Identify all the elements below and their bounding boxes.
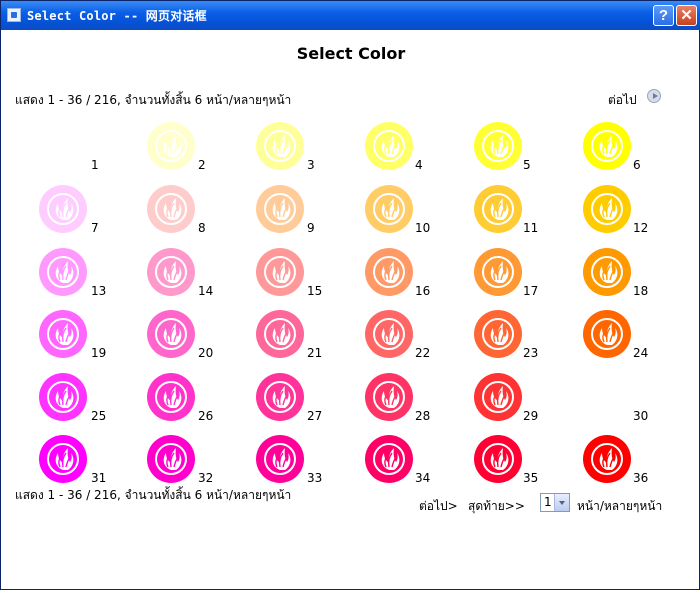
swatch-number: 14: [198, 284, 214, 298]
color-swatch[interactable]: [365, 373, 413, 421]
swatch-number: 27: [307, 409, 323, 423]
page-select[interactable]: 1: [540, 493, 570, 512]
swatch-number: 10: [415, 221, 431, 235]
color-swatch[interactable]: [474, 185, 522, 233]
color-swatch[interactable]: [147, 435, 195, 483]
swatch-number: 30: [633, 409, 649, 423]
color-swatch[interactable]: [256, 248, 304, 296]
swatch-number: 8: [198, 221, 206, 235]
color-swatch[interactable]: [147, 248, 195, 296]
color-swatch[interactable]: [365, 185, 413, 233]
paging-info-top: แสดง 1 - 36 / 216, จำนวนทั้งสิ้น 6 หน้า/…: [15, 93, 292, 107]
swatch-number: 5: [523, 158, 531, 172]
color-swatch[interactable]: [365, 248, 413, 296]
page-suffix: หน้า/หลายๆหน้า: [577, 499, 663, 513]
swatch-number: 16: [415, 284, 431, 298]
color-swatch[interactable]: [365, 122, 413, 170]
color-swatch[interactable]: [583, 248, 631, 296]
color-swatch[interactable]: [583, 373, 631, 421]
color-swatch[interactable]: [256, 435, 304, 483]
color-swatch[interactable]: [39, 373, 87, 421]
swatch-number: 28: [415, 409, 431, 423]
color-swatch[interactable]: [39, 435, 87, 483]
last-link[interactable]: สุดท้าย>>: [468, 497, 525, 516]
swatch-number: 32: [198, 471, 214, 485]
color-swatch[interactable]: [365, 310, 413, 358]
swatch-number: 35: [523, 471, 539, 485]
color-swatch[interactable]: [474, 122, 522, 170]
play-circle-icon[interactable]: [647, 89, 661, 103]
swatch-number: 23: [523, 346, 539, 360]
color-swatch[interactable]: [39, 248, 87, 296]
color-swatch[interactable]: [583, 122, 631, 170]
swatch-number: 20: [198, 346, 214, 360]
title-bar[interactable]: Select Color -- 网页对话框 ? ✕: [1, 1, 700, 30]
close-button[interactable]: ✕: [676, 5, 697, 26]
swatch-number: 25: [91, 409, 107, 423]
color-swatch[interactable]: [256, 185, 304, 233]
color-swatch[interactable]: [583, 435, 631, 483]
swatch-number: 22: [415, 346, 431, 360]
color-swatch[interactable]: [256, 373, 304, 421]
window-title: Select Color -- 网页对话框: [27, 9, 207, 23]
color-swatch[interactable]: [39, 122, 87, 170]
swatch-number: 36: [633, 471, 649, 485]
color-swatch[interactable]: [147, 122, 195, 170]
swatch-number: 18: [633, 284, 649, 298]
swatch-number: 1: [91, 158, 99, 172]
color-swatch[interactable]: [583, 185, 631, 233]
color-swatch[interactable]: [474, 435, 522, 483]
paging-info-bottom: แสดง 1 - 36 / 216, จำนวนทั้งสิ้น 6 หน้า/…: [15, 488, 292, 502]
color-swatch[interactable]: [583, 310, 631, 358]
color-swatch[interactable]: [365, 435, 413, 483]
swatch-number: 11: [523, 221, 539, 235]
page-title: Select Color: [296, 44, 406, 63]
swatch-number: 33: [307, 471, 323, 485]
color-swatch[interactable]: [147, 310, 195, 358]
swatch-number: 3: [307, 158, 315, 172]
color-swatch[interactable]: [39, 310, 87, 358]
swatch-number: 12: [633, 221, 649, 235]
swatch-number: 15: [307, 284, 323, 298]
swatch-number: 4: [415, 158, 423, 172]
color-swatch[interactable]: [39, 185, 87, 233]
next-link-top[interactable]: ต่อไป: [608, 91, 637, 110]
swatch-number: 31: [91, 471, 107, 485]
color-swatch[interactable]: [256, 122, 304, 170]
swatch-number: 21: [307, 346, 323, 360]
swatch-number: 2: [198, 158, 206, 172]
swatch-number: 9: [307, 221, 315, 235]
color-swatch[interactable]: [474, 248, 522, 296]
swatch-number: 29: [523, 409, 539, 423]
dialog-window: Select Color -- 网页对话框 ? ✕ Select Color แ…: [0, 0, 700, 590]
color-swatch[interactable]: [474, 310, 522, 358]
swatch-number: 19: [91, 346, 107, 360]
color-swatch[interactable]: [474, 373, 522, 421]
help-button[interactable]: ?: [653, 5, 674, 26]
swatch-number: 26: [198, 409, 214, 423]
swatch-number: 7: [91, 221, 99, 235]
swatch-number: 24: [633, 346, 649, 360]
swatch-number: 6: [633, 158, 641, 172]
color-swatch[interactable]: [147, 185, 195, 233]
next-link-bottom[interactable]: ต่อไป>: [419, 497, 458, 516]
swatch-number: 34: [415, 471, 431, 485]
color-swatch[interactable]: [147, 373, 195, 421]
page-select-value: 1: [544, 495, 552, 509]
swatch-number: 17: [523, 284, 539, 298]
swatch-number: 13: [91, 284, 107, 298]
color-swatch[interactable]: [256, 310, 304, 358]
chevron-down-icon[interactable]: [554, 494, 569, 511]
browser-icon: [7, 8, 21, 22]
